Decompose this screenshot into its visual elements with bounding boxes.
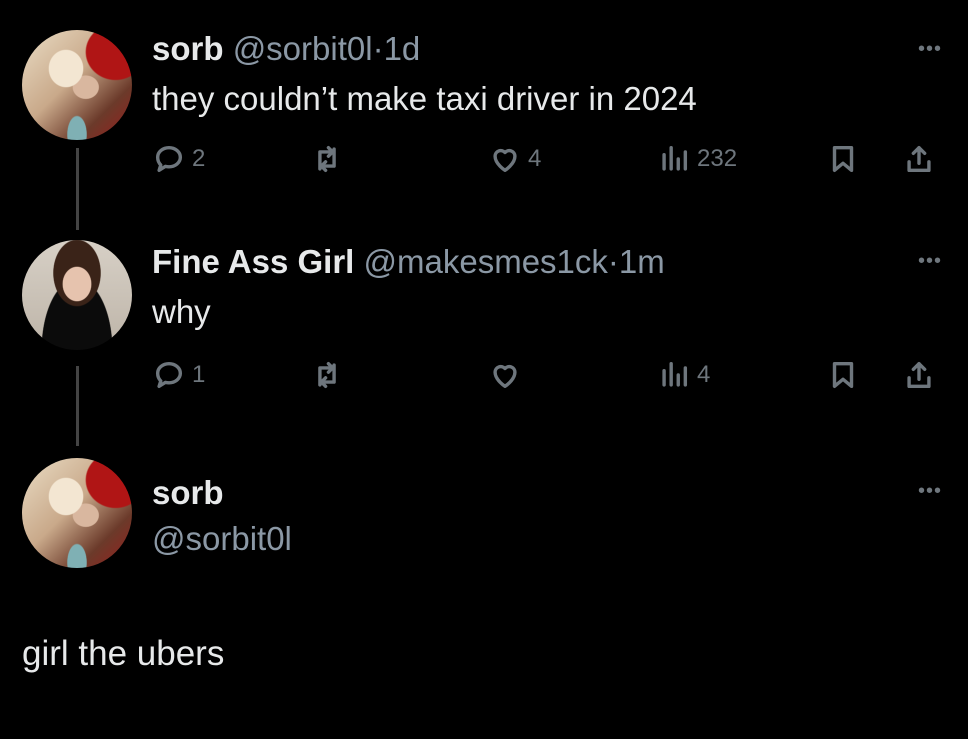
retweet-button[interactable] — [310, 358, 344, 392]
avatar-sorb[interactable] — [22, 30, 132, 140]
share-button[interactable] — [902, 358, 936, 392]
views-icon — [662, 361, 688, 387]
views-count: 4 — [697, 361, 711, 388]
views-count: 232 — [697, 145, 738, 172]
retweet-button[interactable] — [310, 142, 344, 176]
separator-dot: · — [372, 30, 384, 67]
share-button[interactable] — [902, 142, 936, 176]
tweet1-header: sorb @sorbit0l·1d — [152, 30, 420, 68]
tweet2-header: Fine Ass Girl @makesmes1ck·1m — [152, 243, 665, 281]
views-button[interactable]: 4 — [657, 358, 710, 392]
reply-count: 2 — [192, 145, 206, 172]
views-icon — [662, 145, 688, 171]
reply-author-handle[interactable]: @sorbit0l — [152, 520, 292, 558]
separator-dot: · — [607, 243, 619, 280]
reply-icon — [155, 361, 183, 389]
reply-button[interactable]: 2 — [152, 142, 205, 176]
reply-count: 1 — [192, 361, 206, 388]
tweet1-more-button[interactable]: ••• — [918, 38, 942, 61]
reply-button[interactable]: 1 — [152, 358, 205, 392]
like-button[interactable] — [488, 358, 522, 392]
bookmark-icon — [832, 145, 854, 173]
tweet1-action-bar: 2 4 232 — [152, 142, 948, 182]
tweet2-timestamp[interactable]: 1m — [619, 243, 665, 280]
reply-more-button[interactable]: ••• — [918, 480, 942, 503]
bookmark-button[interactable] — [826, 142, 860, 176]
like-icon — [493, 364, 517, 389]
tweet1-timestamp[interactable]: 1d — [384, 30, 421, 67]
reply-author-name[interactable]: sorb — [152, 474, 224, 512]
like-button[interactable]: 4 — [488, 142, 541, 176]
retweet-icon — [318, 361, 336, 389]
bookmark-icon — [832, 361, 854, 389]
tweet1-author-name[interactable]: sorb — [152, 30, 224, 67]
reply-text: girl the ubers — [22, 634, 225, 673]
tweet2-author-name[interactable]: Fine Ass Girl — [152, 243, 354, 280]
like-icon — [493, 148, 517, 173]
views-button[interactable]: 232 — [657, 142, 737, 176]
avatar-fine-ass-girl[interactable] — [22, 240, 132, 350]
tweet2-text: why — [152, 293, 211, 330]
share-icon — [907, 361, 931, 389]
thread-connector — [76, 148, 79, 230]
avatar-sorb[interactable] — [22, 458, 132, 568]
thread-connector — [76, 366, 79, 446]
bookmark-button[interactable] — [826, 358, 860, 392]
tweet1-author-handle[interactable]: @sorbit0l — [233, 30, 373, 67]
tweet2-action-bar: 1 4 — [152, 358, 948, 398]
tweet2-author-handle[interactable]: @makesmes1ck — [364, 243, 608, 280]
tweet2-more-button[interactable]: ••• — [918, 250, 942, 273]
like-count: 4 — [528, 145, 542, 172]
share-icon — [907, 145, 931, 173]
reply-icon — [155, 145, 183, 173]
retweet-icon — [318, 145, 336, 173]
tweet1-text: they couldn’t make taxi driver in 2024 — [152, 80, 697, 117]
